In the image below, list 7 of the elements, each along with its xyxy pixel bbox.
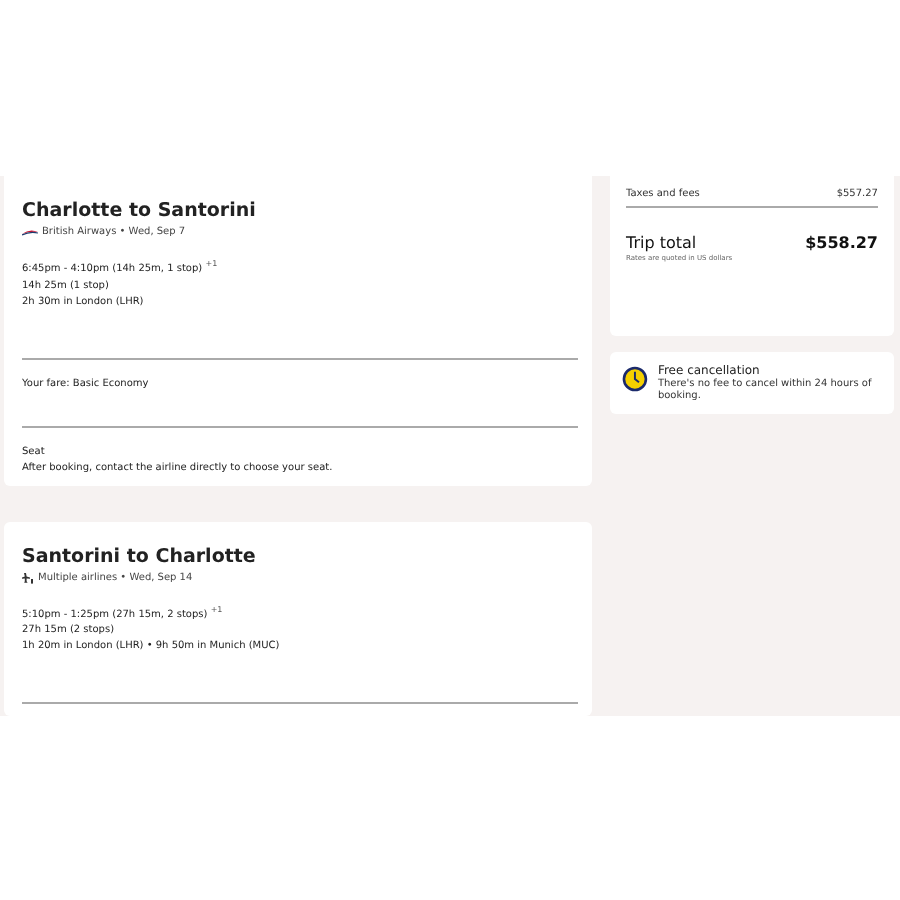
flight-title: Charlotte to Santorini	[22, 200, 258, 222]
total-label: Trip total	[626, 234, 697, 252]
total-price: $558.27	[805, 234, 878, 252]
planes-icon	[22, 571, 34, 584]
flight-title: Santorini to Charlotte	[22, 545, 258, 568]
clock-icon	[622, 364, 648, 394]
airline-logo-icon	[22, 227, 38, 237]
